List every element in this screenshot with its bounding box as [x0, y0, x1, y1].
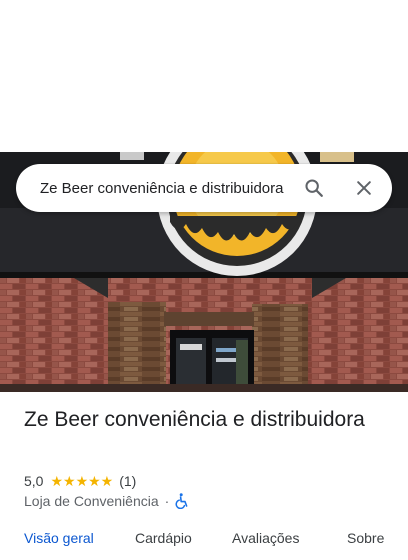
rating-row[interactable]: 5,0 ★★★★★ (1): [24, 472, 136, 490]
category-row: Loja de Conveniência ·: [24, 492, 189, 510]
search-button[interactable]: [294, 164, 334, 212]
place-name: Ze Beer conveniência e distribuidora: [24, 408, 365, 431]
search-bar[interactable]: [16, 164, 392, 212]
place-tabs: Visão geral Cardápio Avaliações Sobre: [0, 530, 408, 560]
place-category[interactable]: Loja de Conveniência: [24, 493, 159, 509]
search-icon: [305, 179, 323, 197]
separator-dot: ·: [164, 493, 170, 509]
wheelchair-icon[interactable]: [175, 493, 189, 509]
close-icon: [357, 181, 371, 195]
star-rating: ★★★★★: [50, 472, 114, 489]
search-input[interactable]: [40, 179, 302, 197]
rating-value: 5,0: [24, 473, 44, 489]
review-count[interactable]: (1): [119, 473, 136, 489]
clear-search-button[interactable]: [344, 164, 384, 212]
